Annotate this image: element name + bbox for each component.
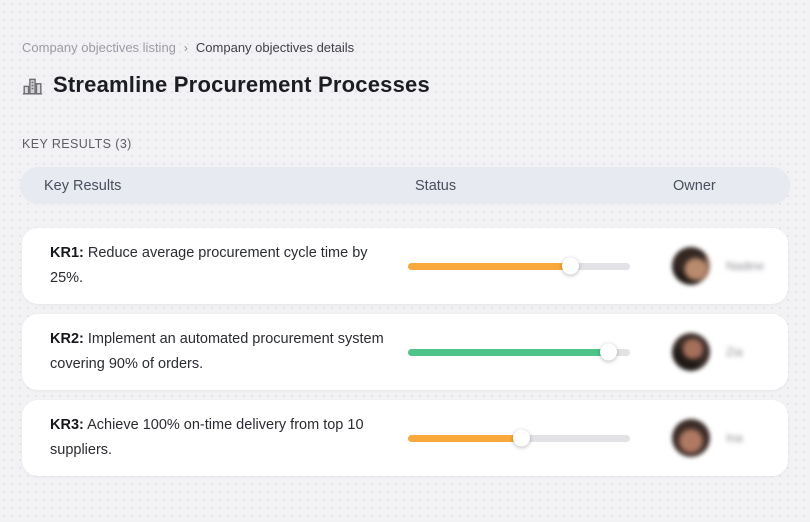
key-result-text: KR3: Achieve 100% on-time delivery from … (50, 413, 400, 463)
progress-slider[interactable] (408, 343, 630, 361)
owner-avatar (672, 419, 710, 457)
key-results-list: KR1: Reduce average procurement cycle ti… (20, 228, 790, 476)
key-result-description: Achieve 100% on-time delivery from top 1… (50, 417, 364, 458)
chevron-right-icon: › (183, 40, 188, 55)
key-results-section-label: KEY RESULTS (3) (22, 137, 132, 151)
owner-name: Zia (726, 345, 743, 359)
progress-fill (408, 257, 580, 275)
slider-knob[interactable] (599, 343, 617, 361)
key-result-row-kr1[interactable]: KR1: Reduce average procurement cycle ti… (22, 228, 788, 304)
breadcrumb-current-objectives-details: Company objectives details (195, 40, 355, 55)
column-header-status: Status (415, 177, 457, 194)
key-result-label: KR2: (50, 331, 84, 347)
objective-details-page: Company objectives listing › Company obj… (0, 0, 810, 476)
key-result-row-kr2[interactable]: KR2: Implement an automated procurement … (22, 314, 788, 390)
progress-slider[interactable] (408, 257, 630, 275)
progress-slider[interactable] (408, 429, 630, 447)
key-result-text: KR1: Reduce average procurement cycle ti… (50, 241, 400, 291)
owner-cell: Ina (672, 419, 788, 457)
page-title: Streamline Procurement Processes (53, 72, 430, 97)
owner-avatar (672, 333, 710, 371)
breadcrumb-link-objectives-listing[interactable]: Company objectives listing (22, 40, 176, 55)
owner-cell: Nadine (672, 247, 788, 285)
slider-knob[interactable] (562, 257, 580, 275)
column-header-key-results: Key Results (44, 177, 122, 194)
buildings-icon (22, 78, 43, 95)
column-header-owner: Owner (673, 177, 716, 194)
title-row: Streamline Procurement Processes (20, 72, 790, 98)
slider-knob[interactable] (513, 429, 531, 447)
key-result-text: KR2: Implement an automated procurement … (50, 327, 400, 377)
breadcrumb: Company objectives listing › Company obj… (20, 40, 790, 55)
progress-fill (408, 429, 531, 447)
key-result-label: KR1: (50, 245, 84, 261)
key-result-row-kr3[interactable]: KR3: Achieve 100% on-time delivery from … (22, 400, 788, 476)
table-header: Key Results Status Owner (20, 167, 790, 204)
key-result-description: Reduce average procurement cycle time by… (50, 245, 368, 286)
key-result-label: KR3: (50, 417, 84, 433)
owner-name: Ina (726, 431, 743, 445)
key-result-description: Implement an automated procurement syste… (50, 331, 384, 372)
progress-fill (408, 343, 617, 361)
owner-avatar (672, 247, 710, 285)
owner-cell: Zia (672, 333, 788, 371)
owner-name: Nadine (726, 259, 765, 273)
